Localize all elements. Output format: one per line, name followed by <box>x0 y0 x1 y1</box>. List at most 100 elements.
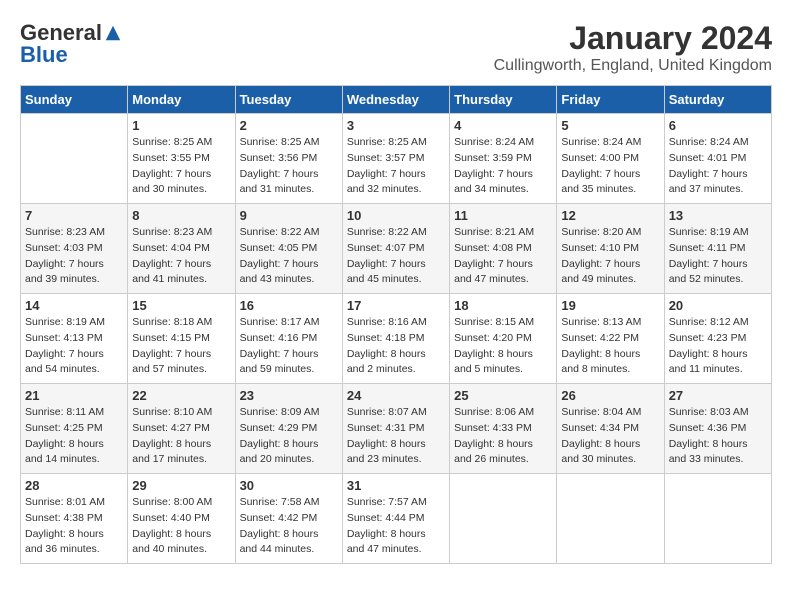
day-number: 10 <box>347 208 445 223</box>
day-info: Sunrise: 8:23 AMSunset: 4:03 PMDaylight:… <box>25 225 123 288</box>
calendar-cell <box>664 474 771 564</box>
day-number: 29 <box>132 478 230 493</box>
day-number: 24 <box>347 388 445 403</box>
week-row-4: 21 Sunrise: 8:11 AMSunset: 4:25 PMDayligh… <box>21 384 772 474</box>
day-number: 21 <box>25 388 123 403</box>
calendar-cell <box>557 474 664 564</box>
day-info: Sunrise: 8:15 AMSunset: 4:20 PMDaylight:… <box>454 315 552 378</box>
day-number: 4 <box>454 118 552 133</box>
header-day-friday: Friday <box>557 86 664 114</box>
calendar-cell: 30 Sunrise: 7:58 AMSunset: 4:42 PMDayligh… <box>235 474 342 564</box>
header-day-monday: Monday <box>128 86 235 114</box>
day-number: 9 <box>240 208 338 223</box>
day-info: Sunrise: 8:07 AMSunset: 4:31 PMDaylight:… <box>347 405 445 468</box>
calendar-cell: 29 Sunrise: 8:00 AMSunset: 4:40 PMDayligh… <box>128 474 235 564</box>
day-info: Sunrise: 8:24 AMSunset: 4:01 PMDaylight:… <box>669 135 767 198</box>
day-info: Sunrise: 8:25 AMSunset: 3:56 PMDaylight:… <box>240 135 338 198</box>
calendar-cell <box>21 114 128 204</box>
calendar-table: SundayMondayTuesdayWednesdayThursdayFrid… <box>20 85 772 564</box>
calendar-cell: 22Sunrise: 8:10 AMSunset: 4:27 PMDayligh… <box>128 384 235 474</box>
day-number: 23 <box>240 388 338 403</box>
day-info: Sunrise: 8:22 AMSunset: 4:07 PMDaylight:… <box>347 225 445 288</box>
week-row-5: 28 Sunrise: 8:01 AMSunset: 4:38 PMDayligh… <box>21 474 772 564</box>
calendar-cell: 28 Sunrise: 8:01 AMSunset: 4:38 PMDayligh… <box>21 474 128 564</box>
day-info: Sunrise: 8:13 AMSunset: 4:22 PMDaylight:… <box>561 315 659 378</box>
day-info: Sunrise: 8:23 AMSunset: 4:04 PMDaylight:… <box>132 225 230 288</box>
day-number: 1 <box>132 118 230 133</box>
calendar-cell: 27 Sunrise: 8:03 AMSunset: 4:36 PMDayligh… <box>664 384 771 474</box>
day-info: Sunrise: 8:19 AMSunset: 4:13 PMDaylight:… <box>25 315 123 378</box>
day-info: Sunrise: 8:16 AMSunset: 4:18 PMDaylight:… <box>347 315 445 378</box>
day-info: Sunrise: 8:03 AMSunset: 4:36 PMDaylight:… <box>669 405 767 468</box>
calendar-cell: 23 Sunrise: 8:09 AMSunset: 4:29 PMDayligh… <box>235 384 342 474</box>
day-number: 22 <box>132 388 230 403</box>
calendar-cell: 18 Sunrise: 8:15 AMSunset: 4:20 PMDayligh… <box>450 294 557 384</box>
logo-blue: Blue <box>20 42 68 68</box>
day-info: Sunrise: 7:58 AMSunset: 4:42 PMDaylight:… <box>240 495 338 558</box>
calendar-cell: 5 Sunrise: 8:24 AMSunset: 4:00 PMDaylight… <box>557 114 664 204</box>
calendar-cell: 4 Sunrise: 8:24 AMSunset: 3:59 PMDaylight… <box>450 114 557 204</box>
week-row-1: 1Sunrise: 8:25 AMSunset: 3:55 PMDaylight… <box>21 114 772 204</box>
day-number: 17 <box>347 298 445 313</box>
day-number: 27 <box>669 388 767 403</box>
calendar-cell: 11Sunrise: 8:21 AMSunset: 4:08 PMDayligh… <box>450 204 557 294</box>
day-number: 6 <box>669 118 767 133</box>
calendar-cell: 13Sunrise: 8:19 AMSunset: 4:11 PMDayligh… <box>664 204 771 294</box>
day-info: Sunrise: 8:24 AMSunset: 4:00 PMDaylight:… <box>561 135 659 198</box>
day-number: 25 <box>454 388 552 403</box>
month-year-title: January 2024 <box>494 20 772 57</box>
calendar-cell: 1Sunrise: 8:25 AMSunset: 3:55 PMDaylight… <box>128 114 235 204</box>
day-info: Sunrise: 7:57 AMSunset: 4:44 PMDaylight:… <box>347 495 445 558</box>
week-row-2: 7Sunrise: 8:23 AMSunset: 4:03 PMDaylight… <box>21 204 772 294</box>
day-info: Sunrise: 8:06 AMSunset: 4:33 PMDaylight:… <box>454 405 552 468</box>
calendar-cell: 3Sunrise: 8:25 AMSunset: 3:57 PMDaylight… <box>342 114 449 204</box>
calendar-cell: 24 Sunrise: 8:07 AMSunset: 4:31 PMDayligh… <box>342 384 449 474</box>
calendar-cell: 16Sunrise: 8:17 AMSunset: 4:16 PMDayligh… <box>235 294 342 384</box>
day-info: Sunrise: 8:01 AMSunset: 4:38 PMDaylight:… <box>25 495 123 558</box>
calendar-cell: 17 Sunrise: 8:16 AMSunset: 4:18 PMDayligh… <box>342 294 449 384</box>
header-day-sunday: Sunday <box>21 86 128 114</box>
day-info: Sunrise: 8:20 AMSunset: 4:10 PMDaylight:… <box>561 225 659 288</box>
header-row: SundayMondayTuesdayWednesdayThursdayFrid… <box>21 86 772 114</box>
day-number: 13 <box>669 208 767 223</box>
day-number: 15 <box>132 298 230 313</box>
day-info: Sunrise: 8:00 AMSunset: 4:40 PMDaylight:… <box>132 495 230 558</box>
calendar-cell: 12Sunrise: 8:20 AMSunset: 4:10 PMDayligh… <box>557 204 664 294</box>
week-row-3: 14 Sunrise: 8:19 AMSunset: 4:13 PMDayligh… <box>21 294 772 384</box>
logo-icon <box>104 24 122 42</box>
day-number: 18 <box>454 298 552 313</box>
day-number: 3 <box>347 118 445 133</box>
day-number: 20 <box>669 298 767 313</box>
calendar-cell: 9Sunrise: 8:22 AMSunset: 4:05 PMDaylight… <box>235 204 342 294</box>
calendar-cell: 25 Sunrise: 8:06 AMSunset: 4:33 PMDayligh… <box>450 384 557 474</box>
day-info: Sunrise: 8:09 AMSunset: 4:29 PMDaylight:… <box>240 405 338 468</box>
header-day-tuesday: Tuesday <box>235 86 342 114</box>
day-number: 11 <box>454 208 552 223</box>
calendar-cell: 7Sunrise: 8:23 AMSunset: 4:03 PMDaylight… <box>21 204 128 294</box>
calendar-cell: 26Sunrise: 8:04 AMSunset: 4:34 PMDayligh… <box>557 384 664 474</box>
calendar-cell: 15 Sunrise: 8:18 AMSunset: 4:15 PMDayligh… <box>128 294 235 384</box>
calendar-cell: 10 Sunrise: 8:22 AMSunset: 4:07 PMDayligh… <box>342 204 449 294</box>
day-number: 28 <box>25 478 123 493</box>
calendar-body: 1Sunrise: 8:25 AMSunset: 3:55 PMDaylight… <box>21 114 772 564</box>
day-number: 30 <box>240 478 338 493</box>
day-info: Sunrise: 8:12 AMSunset: 4:23 PMDaylight:… <box>669 315 767 378</box>
calendar-cell: 19Sunrise: 8:13 AMSunset: 4:22 PMDayligh… <box>557 294 664 384</box>
day-info: Sunrise: 8:18 AMSunset: 4:15 PMDaylight:… <box>132 315 230 378</box>
calendar-cell: 2 Sunrise: 8:25 AMSunset: 3:56 PMDaylight… <box>235 114 342 204</box>
page-header: General Blue January 2024 Cullingworth, … <box>20 20 772 75</box>
calendar-cell: 6 Sunrise: 8:24 AMSunset: 4:01 PMDaylight… <box>664 114 771 204</box>
day-number: 5 <box>561 118 659 133</box>
day-number: 8 <box>132 208 230 223</box>
location-subtitle: Cullingworth, England, United Kingdom <box>494 57 772 75</box>
day-number: 16 <box>240 298 338 313</box>
calendar-cell <box>450 474 557 564</box>
day-info: Sunrise: 8:11 AMSunset: 4:25 PMDaylight:… <box>25 405 123 468</box>
header-day-saturday: Saturday <box>664 86 771 114</box>
day-number: 14 <box>25 298 123 313</box>
logo: General Blue <box>20 20 122 68</box>
day-number: 2 <box>240 118 338 133</box>
calendar-cell: 20 Sunrise: 8:12 AMSunset: 4:23 PMDayligh… <box>664 294 771 384</box>
title-block: January 2024 Cullingworth, England, Unit… <box>494 20 772 75</box>
day-info: Sunrise: 8:24 AMSunset: 3:59 PMDaylight:… <box>454 135 552 198</box>
